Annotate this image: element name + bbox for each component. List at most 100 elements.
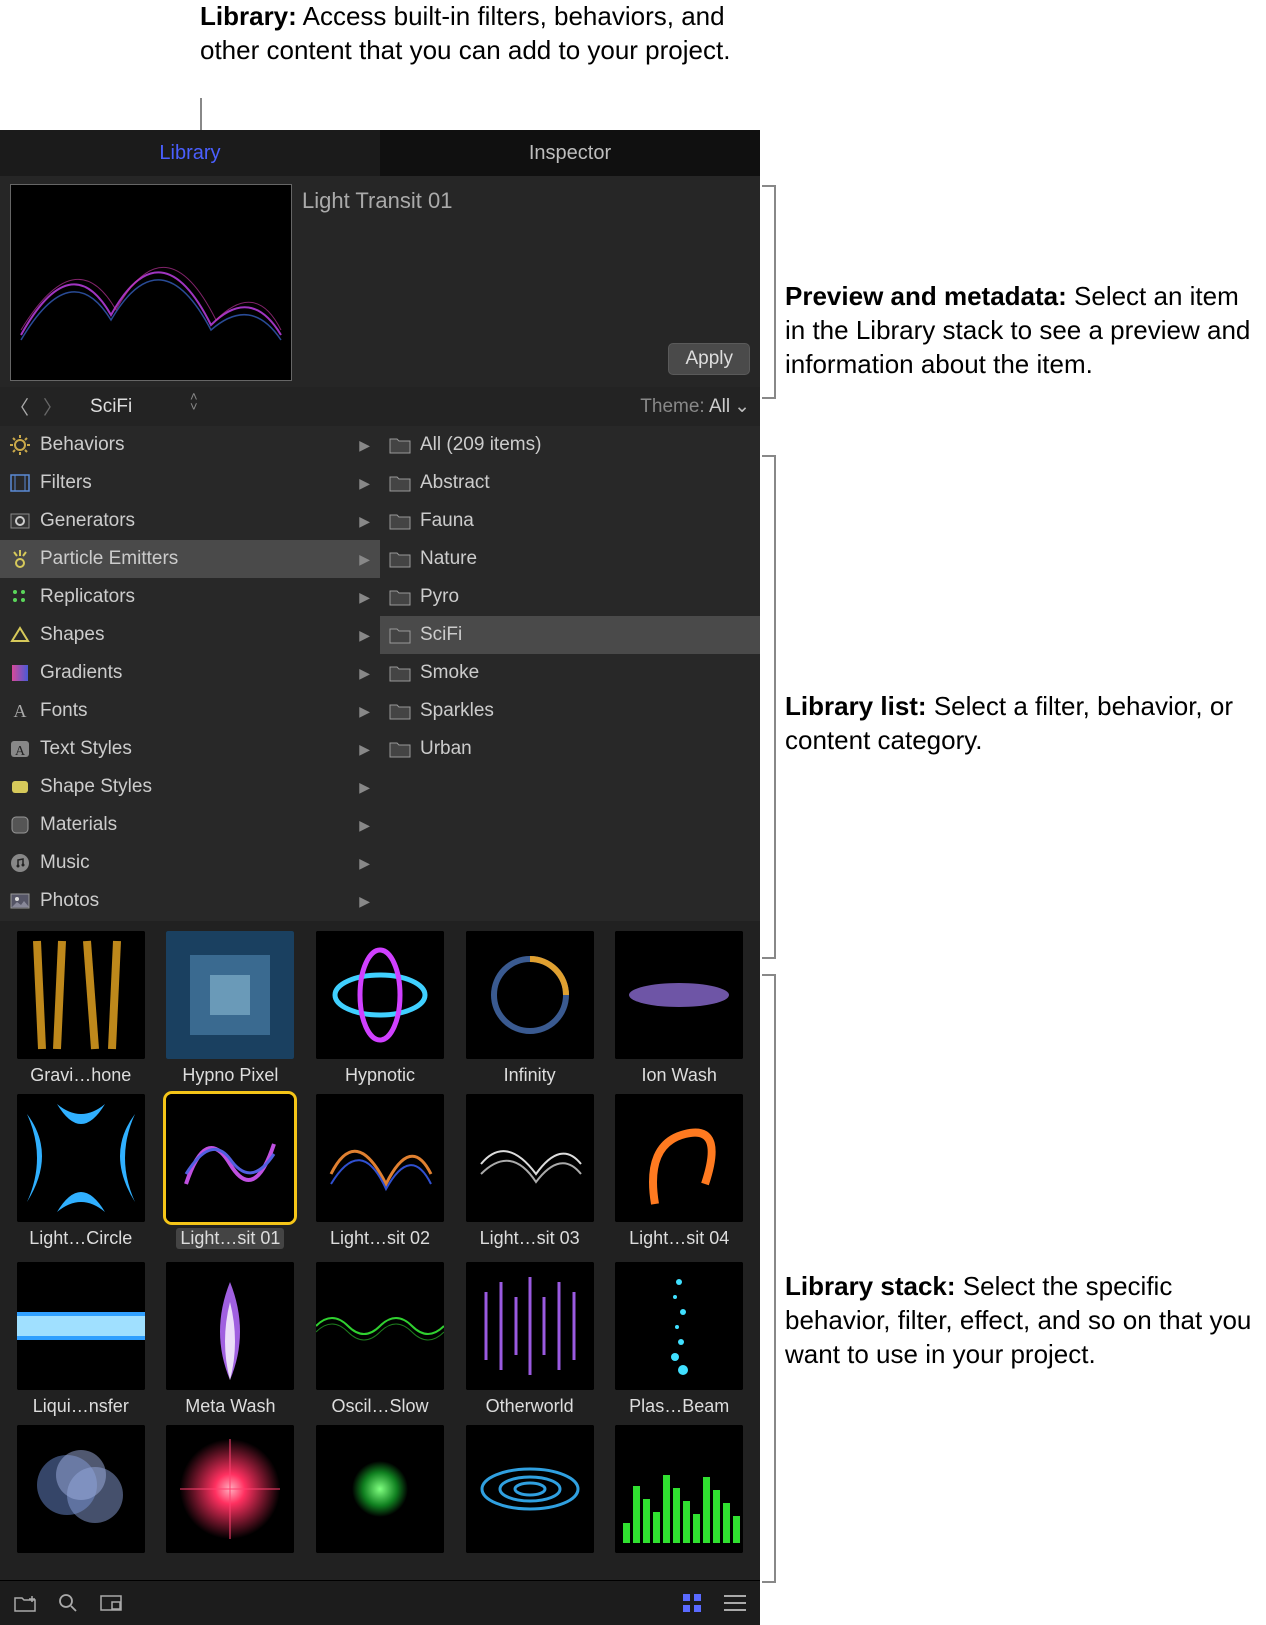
subfolder-row[interactable]: SciFi — [380, 616, 760, 654]
grid-view-icon[interactable] — [682, 1593, 702, 1613]
library-item[interactable] — [8, 1425, 154, 1559]
disclosure-arrow-icon: ▶ — [359, 551, 370, 568]
annotation-stack: Library stack: Select the specific behav… — [785, 1270, 1266, 1371]
library-item[interactable]: Ion Wash — [606, 931, 752, 1086]
layout-icon[interactable] — [100, 1595, 122, 1611]
category-row[interactable]: Behaviors▶ — [0, 426, 380, 464]
library-item[interactable]: Light…sit 04 — [606, 1094, 752, 1254]
library-item[interactable]: Liqui…nsfer — [8, 1262, 154, 1417]
library-nav-row: 〈 〉 SciFi ˄˅ Theme: All⌄ — [0, 387, 760, 426]
subfolder-label: Smoke — [420, 662, 479, 684]
item-label: Light…sit 03 — [457, 1228, 603, 1249]
category-row[interactable]: Particle Emitters▶ — [0, 540, 380, 578]
item-label: Hypnotic — [307, 1065, 453, 1086]
folder-icon — [388, 661, 412, 685]
library-item[interactable]: Light…sit 02 — [307, 1094, 453, 1254]
subfolder-label: Pyro — [420, 586, 459, 608]
folder-icon — [388, 737, 412, 761]
category-row[interactable]: Shape Styles▶ — [0, 768, 380, 806]
annotation-library: Library: Access built-in filters, behavi… — [200, 0, 760, 68]
library-item[interactable]: Gravi…hone — [8, 931, 154, 1086]
category-label: Fonts — [40, 700, 88, 722]
category-label: Photos — [40, 890, 99, 912]
subfolder-row[interactable]: All (209 items) — [380, 426, 760, 464]
item-label: Light…Circle — [8, 1228, 154, 1249]
item-label: Plas…Beam — [606, 1396, 752, 1417]
tab-library[interactable]: Library — [0, 130, 380, 176]
item-thumbnail — [316, 1094, 444, 1222]
subfolder-row[interactable]: Sparkles — [380, 692, 760, 730]
list-view-icon[interactable] — [724, 1594, 746, 1612]
library-item[interactable]: Light…sit 01 — [158, 1094, 304, 1254]
folder-icon — [388, 623, 412, 647]
library-item[interactable] — [457, 1425, 603, 1559]
path-popup[interactable]: SciFi ˄˅ — [70, 396, 632, 418]
preview-thumbnail — [10, 184, 292, 381]
library-item[interactable]: Hypno Pixel — [158, 931, 304, 1086]
item-label: Ion Wash — [606, 1065, 752, 1086]
library-item[interactable] — [606, 1425, 752, 1559]
library-item[interactable]: Light…Circle — [8, 1094, 154, 1254]
library-item[interactable]: Hypnotic — [307, 931, 453, 1086]
subfolder-row[interactable]: Urban — [380, 730, 760, 768]
category-row[interactable]: AFonts▶ — [0, 692, 380, 730]
apply-button[interactable]: Apply — [668, 343, 750, 375]
disclosure-arrow-icon: ▶ — [359, 665, 370, 682]
subfolder-row[interactable]: Pyro — [380, 578, 760, 616]
item-thumbnail — [17, 931, 145, 1059]
nav-forward-button[interactable]: 〉 — [43, 393, 62, 420]
subfolder-label: SciFi — [420, 624, 462, 646]
library-list: Behaviors▶ Filters ▶ Generators▶Particle Em… — [0, 426, 760, 921]
library-item[interactable]: Meta Wash — [158, 1262, 304, 1417]
category-row[interactable]: Content▶ — [0, 920, 380, 921]
library-item[interactable] — [307, 1425, 453, 1559]
category-row[interactable]: AText Styles▶ — [0, 730, 380, 768]
folder-icon — [388, 547, 412, 571]
item-thumbnail — [166, 1094, 294, 1222]
category-row[interactable]: Generators▶ — [0, 502, 380, 540]
library-item[interactable]: Otherworld — [457, 1262, 603, 1417]
subfolder-row[interactable]: Fauna — [380, 502, 760, 540]
theme-popup[interactable]: Theme: All⌄ — [640, 395, 750, 418]
gradient-icon — [8, 661, 32, 685]
category-row[interactable]: Music▶ — [0, 844, 380, 882]
item-label: Infinity — [457, 1065, 603, 1086]
subfolder-row[interactable]: Smoke — [380, 654, 760, 692]
shape-icon — [8, 623, 32, 647]
subfolder-row[interactable]: Nature — [380, 540, 760, 578]
item-thumbnail — [466, 1425, 594, 1553]
category-row[interactable]: Materials▶ — [0, 806, 380, 844]
category-row[interactable]: Shapes▶ — [0, 616, 380, 654]
library-item[interactable]: Plas…Beam — [606, 1262, 752, 1417]
item-label: Light…sit 04 — [606, 1228, 752, 1249]
new-folder-icon[interactable] — [14, 1594, 36, 1612]
subfolder-column: All (209 items)AbstractFaunaNature Pyro Sc… — [380, 426, 760, 921]
emitter-icon — [8, 547, 32, 571]
disclosure-arrow-icon: ▶ — [359, 475, 370, 492]
category-row[interactable]: Photos▶ — [0, 882, 380, 920]
subfolder-row[interactable]: Abstract — [380, 464, 760, 502]
item-label: Liqui…nsfer — [8, 1396, 154, 1417]
library-item[interactable] — [158, 1425, 304, 1559]
tab-inspector[interactable]: Inspector — [380, 130, 760, 176]
category-row[interactable]: Replicators▶ — [0, 578, 380, 616]
category-row[interactable]: Filters ▶ — [0, 464, 380, 502]
item-thumbnail — [316, 1425, 444, 1553]
item-label: Light…sit 02 — [307, 1228, 453, 1249]
photos-icon — [8, 889, 32, 913]
item-thumbnail — [17, 1425, 145, 1553]
disclosure-arrow-icon: ▶ — [359, 703, 370, 720]
item-label: Meta Wash — [158, 1396, 304, 1417]
library-item[interactable]: Oscil…Slow — [307, 1262, 453, 1417]
library-item[interactable]: Light…sit 03 — [457, 1094, 603, 1254]
category-row[interactable]: Gradients▶ — [0, 654, 380, 692]
subfolder-label: Sparkles — [420, 700, 494, 722]
library-item[interactable]: Infinity — [457, 931, 603, 1086]
folder-icon — [388, 433, 412, 457]
nav-back-button[interactable]: 〈 — [10, 393, 29, 420]
item-thumbnail — [166, 1262, 294, 1390]
search-icon[interactable] — [58, 1593, 78, 1613]
category-label: Filters — [40, 472, 92, 494]
category-label: Music — [40, 852, 90, 874]
preview-area: Light Transit 01 Apply — [0, 176, 760, 387]
